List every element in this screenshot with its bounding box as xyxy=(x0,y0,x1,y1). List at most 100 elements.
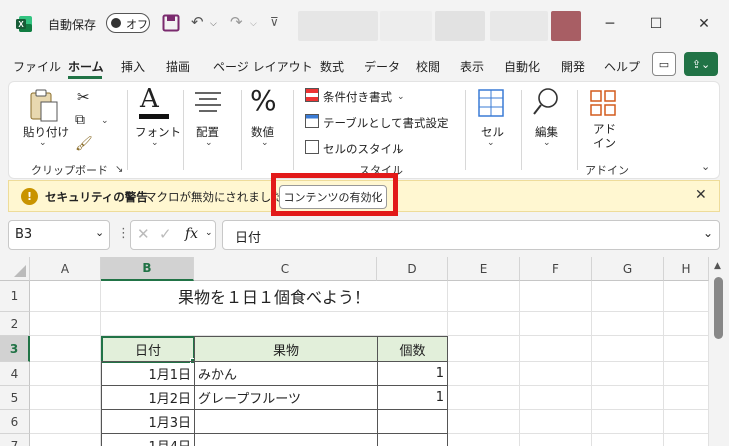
table-header-count[interactable]: 個数 xyxy=(377,336,448,362)
tab-automate[interactable]: 自動化 xyxy=(504,58,540,75)
tab-help[interactable]: ヘルプ xyxy=(604,58,640,75)
addins-icon[interactable] xyxy=(589,88,617,118)
redo-dropdown-icon[interactable]: ⌵ xyxy=(250,19,257,29)
close-icon[interactable]: ✕ xyxy=(695,187,707,203)
font-dropdown-icon[interactable]: ⌄ xyxy=(151,138,159,148)
more-options-icon[interactable]: ⋮ xyxy=(117,226,130,241)
tab-home[interactable]: ホーム xyxy=(68,58,104,75)
redo-icon[interactable]: ↷ xyxy=(230,13,243,31)
sheet-title-cell[interactable]: 果物を１日１個食べよう！ xyxy=(101,281,448,312)
cell-styles-dropdown-icon[interactable]: ⌄ xyxy=(395,144,403,154)
insert-function-icon[interactable]: fx xyxy=(185,226,198,242)
editing-dropdown-icon[interactable]: ⌄ xyxy=(543,138,551,148)
cell-styles-label[interactable]: セルのスタイル xyxy=(323,141,404,157)
tab-file[interactable]: ファイル xyxy=(13,58,61,75)
table-cell[interactable]: 1月2日 xyxy=(101,385,195,410)
copy-dropdown-icon[interactable]: ⌄ xyxy=(101,116,109,126)
cell[interactable] xyxy=(30,434,101,446)
close-icon[interactable]: ✕ xyxy=(684,8,724,40)
enter-icon[interactable]: ✓ xyxy=(159,225,172,243)
column-header[interactable]: E xyxy=(448,257,520,281)
scrollbar-thumb[interactable] xyxy=(714,277,723,339)
table-cell[interactable]: 1月3日 xyxy=(101,409,195,434)
search-icon[interactable] xyxy=(531,86,561,118)
row-header[interactable]: 2 xyxy=(0,312,30,336)
column-header[interactable]: D xyxy=(377,257,448,281)
column-header[interactable]: H xyxy=(664,257,709,281)
font-icon[interactable]: A xyxy=(140,84,159,114)
table-header-fruit[interactable]: 果物 xyxy=(194,336,378,362)
format-as-table-label[interactable]: テーブルとして書式設定 xyxy=(323,115,448,131)
cell[interactable] xyxy=(30,312,101,336)
table-cell[interactable]: 1 xyxy=(377,385,448,410)
tab-insert[interactable]: 挿入 xyxy=(121,58,145,75)
tab-view[interactable]: 表示 xyxy=(460,58,484,75)
autosave-toggle[interactable]: オフ xyxy=(106,13,150,33)
copy-icon[interactable]: ⧉ xyxy=(75,112,85,128)
cell[interactable] xyxy=(664,281,709,446)
percent-icon[interactable]: % xyxy=(250,84,277,117)
save-icon[interactable] xyxy=(162,14,180,32)
name-box-dropdown-icon[interactable]: ⌄ xyxy=(95,226,104,239)
row-header[interactable]: 4 xyxy=(0,362,30,386)
row-header[interactable]: 1 xyxy=(0,281,30,312)
cells-dropdown-icon[interactable]: ⌄ xyxy=(487,138,495,148)
expand-formula-icon[interactable]: ⌄ xyxy=(703,226,713,240)
cell[interactable] xyxy=(101,312,448,336)
cell[interactable] xyxy=(30,336,101,362)
maximize-icon[interactable]: ☐ xyxy=(636,8,676,40)
cell[interactable] xyxy=(30,362,101,386)
format-table-dropdown-icon[interactable]: ⌄ xyxy=(441,118,449,128)
cancel-icon[interactable]: ✕ xyxy=(137,225,150,243)
conditional-format-dropdown-icon[interactable]: ⌄ xyxy=(397,92,405,102)
cells-icon[interactable] xyxy=(477,88,505,118)
addins-label[interactable]: アド イン xyxy=(593,122,616,150)
tab-review[interactable]: 校閲 xyxy=(416,58,440,75)
tab-developer[interactable]: 開発 xyxy=(561,58,585,75)
table-header-date[interactable]: 日付 xyxy=(101,336,195,363)
tab-page-layout[interactable]: ページ レイアウト xyxy=(213,58,313,75)
column-header[interactable]: G xyxy=(592,257,664,281)
table-cell[interactable] xyxy=(194,409,378,434)
table-cell[interactable]: 1月1日 xyxy=(101,361,195,386)
share-button[interactable]: ⇪⌄ xyxy=(684,52,718,76)
customize-qat-icon[interactable]: ⊽ xyxy=(270,15,279,29)
cell[interactable] xyxy=(30,281,101,312)
name-box[interactable]: B3 ⌄ xyxy=(8,220,110,250)
row-header[interactable]: 5 xyxy=(0,386,30,410)
cell[interactable] xyxy=(592,281,664,446)
scroll-up-icon[interactable]: ▲ xyxy=(714,261,721,271)
table-cell[interactable]: みかん xyxy=(194,361,378,386)
tab-formulas[interactable]: 数式 xyxy=(320,58,344,75)
select-all-corner[interactable] xyxy=(0,257,30,281)
comment-button[interactable]: ▭ xyxy=(652,52,676,76)
clipboard-launcher-icon[interactable]: ↘ xyxy=(115,164,123,175)
conditional-format-label[interactable]: 条件付き書式 xyxy=(323,89,392,105)
alignment-icon[interactable] xyxy=(193,90,223,116)
table-cell[interactable]: 1 xyxy=(377,361,448,386)
paste-icon[interactable] xyxy=(27,88,61,124)
column-header[interactable]: A xyxy=(30,257,101,281)
table-cell[interactable] xyxy=(377,409,448,434)
vertical-scrollbar[interactable]: ▲ xyxy=(709,257,729,446)
undo-dropdown-icon[interactable]: ⌵ xyxy=(210,19,217,29)
paste-dropdown-icon[interactable]: ⌄ xyxy=(39,138,47,148)
alignment-dropdown-icon[interactable]: ⌄ xyxy=(205,138,213,148)
table-cell[interactable]: グレープフルーツ xyxy=(194,385,378,410)
row-header[interactable]: 3 xyxy=(0,336,30,362)
number-dropdown-icon[interactable]: ⌄ xyxy=(261,138,269,148)
collapse-ribbon-icon[interactable]: ⌄ xyxy=(701,160,710,173)
cell[interactable] xyxy=(30,410,101,434)
cut-icon[interactable]: ✂ xyxy=(77,88,90,106)
minimize-icon[interactable]: ─ xyxy=(590,8,630,40)
formula-input[interactable]: 日付 ⌄ xyxy=(222,220,720,250)
cell[interactable] xyxy=(448,281,520,446)
table-cell[interactable] xyxy=(194,433,378,446)
row-header[interactable]: 7 xyxy=(0,434,30,446)
tab-draw[interactable]: 描画 xyxy=(166,58,190,75)
column-header[interactable]: B xyxy=(101,257,194,281)
table-cell[interactable]: 1月4日 xyxy=(101,433,195,446)
tab-data[interactable]: データ xyxy=(364,58,400,75)
format-painter-icon[interactable]: 🖌 xyxy=(75,136,93,152)
cell[interactable] xyxy=(30,386,101,410)
